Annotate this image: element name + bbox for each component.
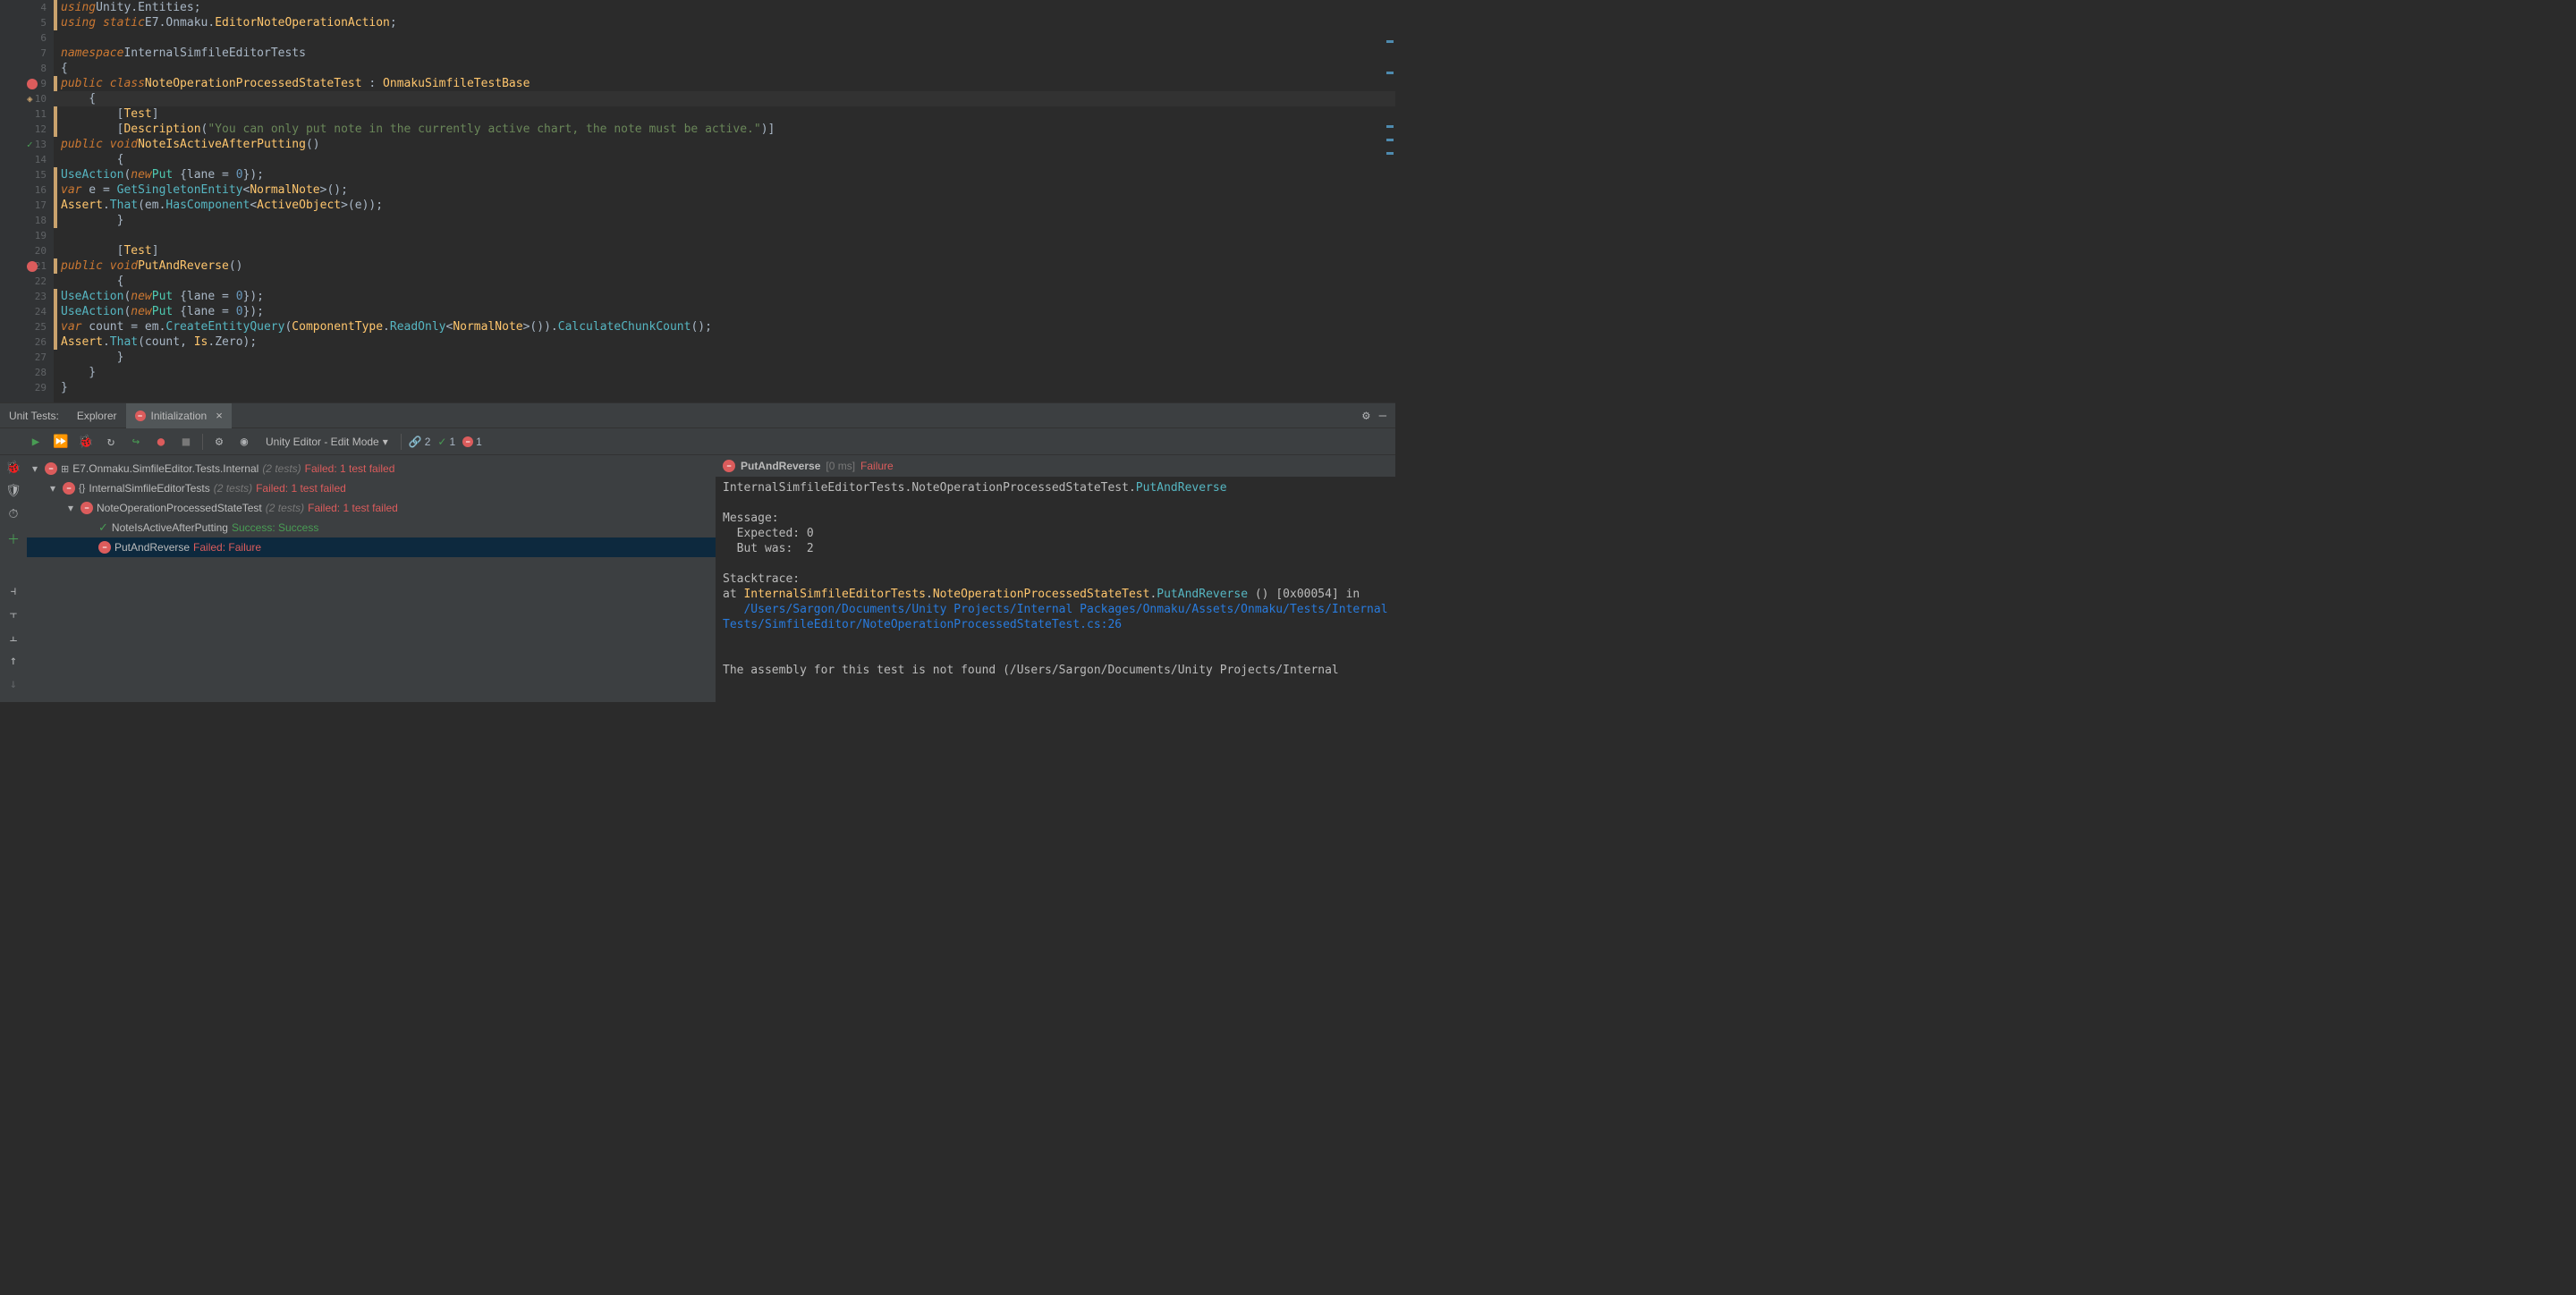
code-text[interactable]: using Unity.Entities; using static E7.On… [54, 0, 1395, 402]
fail-stat: −1 [462, 436, 482, 448]
test-toolbar: ▶ ⏩ 🐞 ↻ ↪ ● ■ ⚙ ◉ Unity Editor - Edit Mo… [0, 428, 1395, 455]
redo-icon[interactable]: ↪ [127, 433, 145, 451]
fail-icon: − [63, 482, 75, 495]
line-number: 11 [35, 108, 47, 120]
minimize-icon[interactable]: — [1379, 409, 1386, 423]
stop-icon[interactable]: ■ [177, 433, 195, 451]
breakpoint-icon[interactable] [27, 79, 38, 89]
line-number: 17 [35, 199, 47, 211]
line-number: 12 [35, 123, 47, 135]
chevron-down-icon[interactable]: ▾ [68, 502, 77, 514]
line-number: 25 [35, 321, 47, 333]
close-tab-icon[interactable]: × [216, 409, 223, 422]
line-number: 5 [40, 17, 47, 29]
line-number: 18 [35, 215, 47, 226]
line-number: 13 [35, 139, 47, 150]
tree-test-pass[interactable]: ✓ NoteIsActiveAfterPutting Success: Succ… [27, 518, 716, 537]
line-number: 7 [40, 47, 47, 59]
pass-icon: ✓ [98, 521, 108, 535]
detail-title: PutAndReverse [741, 460, 820, 472]
line-number: 16 [35, 184, 47, 196]
panel-tabs: Unit Tests: Explorer − Initialization × … [0, 403, 1395, 428]
up-icon[interactable]: ↑ [10, 654, 17, 668]
detail-body[interactable]: InternalSimfileEditorTests.NoteOperation… [716, 477, 1395, 702]
chevron-down-icon[interactable]: ▾ [32, 462, 41, 475]
unit-tests-label: Unit Tests: [0, 410, 68, 422]
tree-root[interactable]: ▾ − ⊞ E7.Onmaku.SimfileEditor.Tests.Inte… [27, 459, 716, 478]
stack-path-link[interactable]: /Users/Sargon/Documents/Unity Projects/I… [723, 603, 1388, 631]
detail-time: [0 ms] [826, 460, 855, 472]
line-number: 14 [35, 154, 47, 165]
gutter: 4 5 6 7 8 9 ◈10 11 12 ✓13 14 15 16 17 18… [0, 0, 54, 402]
fail-icon: − [723, 460, 735, 472]
collapse-icon[interactable]: ⫠ [10, 631, 17, 645]
line-number: 4 [40, 2, 47, 13]
line-number: 6 [40, 32, 47, 44]
line-number: 29 [35, 382, 47, 394]
test-tree[interactable]: ▾ − ⊞ E7.Onmaku.SimfileEditor.Tests.Inte… [27, 455, 716, 702]
shield-icon[interactable]: 🛡 [5, 484, 21, 498]
gear-icon[interactable]: ⚙ [1362, 409, 1369, 423]
settings-icon[interactable]: ⚙ [210, 433, 228, 451]
initialization-tab[interactable]: − Initialization × [126, 403, 232, 428]
profile-icon[interactable]: ◉ [235, 433, 253, 451]
chevron-down-icon[interactable]: ▾ [50, 482, 59, 495]
line-number: 22 [35, 275, 47, 287]
fail-icon: − [45, 462, 57, 475]
line-number: 8 [40, 63, 47, 74]
tree-namespace[interactable]: ▾ − {} InternalSimfileEditorTests (2 tes… [27, 478, 716, 498]
tree-class[interactable]: ▾ − NoteOperationProcessedStateTest (2 t… [27, 498, 716, 518]
debug-icon[interactable]: 🐞 [77, 433, 95, 451]
line-number: 15 [35, 169, 47, 181]
line-number: 24 [35, 306, 47, 317]
bulb-icon[interactable]: ◈ [27, 93, 33, 105]
line-number: 10 [35, 93, 47, 105]
line-number: 27 [35, 351, 47, 363]
link-stat: 🔗2 [409, 436, 431, 448]
left-icon-bar: 🐞 🛡 ⏱ ＋ ⫞ ⫟ ⫠ ↑ ↓ [0, 455, 27, 702]
line-number: 19 [35, 230, 47, 241]
detail-pane: − PutAndReverse [0 ms] Failure InternalS… [716, 455, 1395, 702]
scroll-markers [1385, 0, 1395, 402]
namespace-icon: {} [79, 483, 85, 494]
code-editor[interactable]: 4 5 6 7 8 9 ◈10 11 12 ✓13 14 15 16 17 18… [0, 0, 1395, 402]
tree-test-fail[interactable]: − PutAndReverse Failed: Failure [27, 537, 716, 557]
clock-icon[interactable]: ⏱ [9, 507, 19, 521]
line-number: 9 [40, 78, 47, 89]
layout-icon[interactable]: ⫞ [11, 584, 17, 598]
check-icon: ✓ [27, 139, 33, 150]
explorer-tab[interactable]: Explorer [68, 403, 126, 428]
line-number: 20 [35, 245, 47, 257]
mode-dropdown[interactable]: Unity Editor - Edit Mode▾ [260, 436, 394, 448]
tab-label: Initialization [151, 410, 208, 422]
bug-icon[interactable]: 🐞 [5, 461, 21, 475]
test-panel: Unit Tests: Explorer − Initialization × … [0, 402, 1395, 702]
error-icon: − [135, 411, 146, 421]
plus-icon[interactable]: ＋ [7, 530, 20, 548]
run-icon[interactable]: ▶ [27, 433, 45, 451]
detail-result: Failure [860, 460, 894, 472]
stop-fail-icon[interactable]: ● [152, 433, 170, 451]
module-icon: ⊞ [61, 463, 69, 475]
pass-stat: ✓1 [437, 436, 455, 448]
fail-icon: − [80, 502, 93, 514]
chevron-down-icon: ▾ [383, 436, 388, 448]
line-number: 28 [35, 367, 47, 378]
repeat-icon[interactable]: ↻ [102, 433, 120, 451]
down-icon[interactable]: ↓ [10, 677, 17, 691]
breakpoint-icon[interactable] [27, 261, 38, 272]
line-number: 26 [35, 336, 47, 348]
detail-header: − PutAndReverse [0 ms] Failure [716, 455, 1395, 477]
fail-icon: − [98, 541, 111, 554]
run-all-icon[interactable]: ⏩ [52, 433, 70, 451]
expand-icon[interactable]: ⫟ [10, 607, 17, 622]
line-number: 23 [35, 291, 47, 302]
